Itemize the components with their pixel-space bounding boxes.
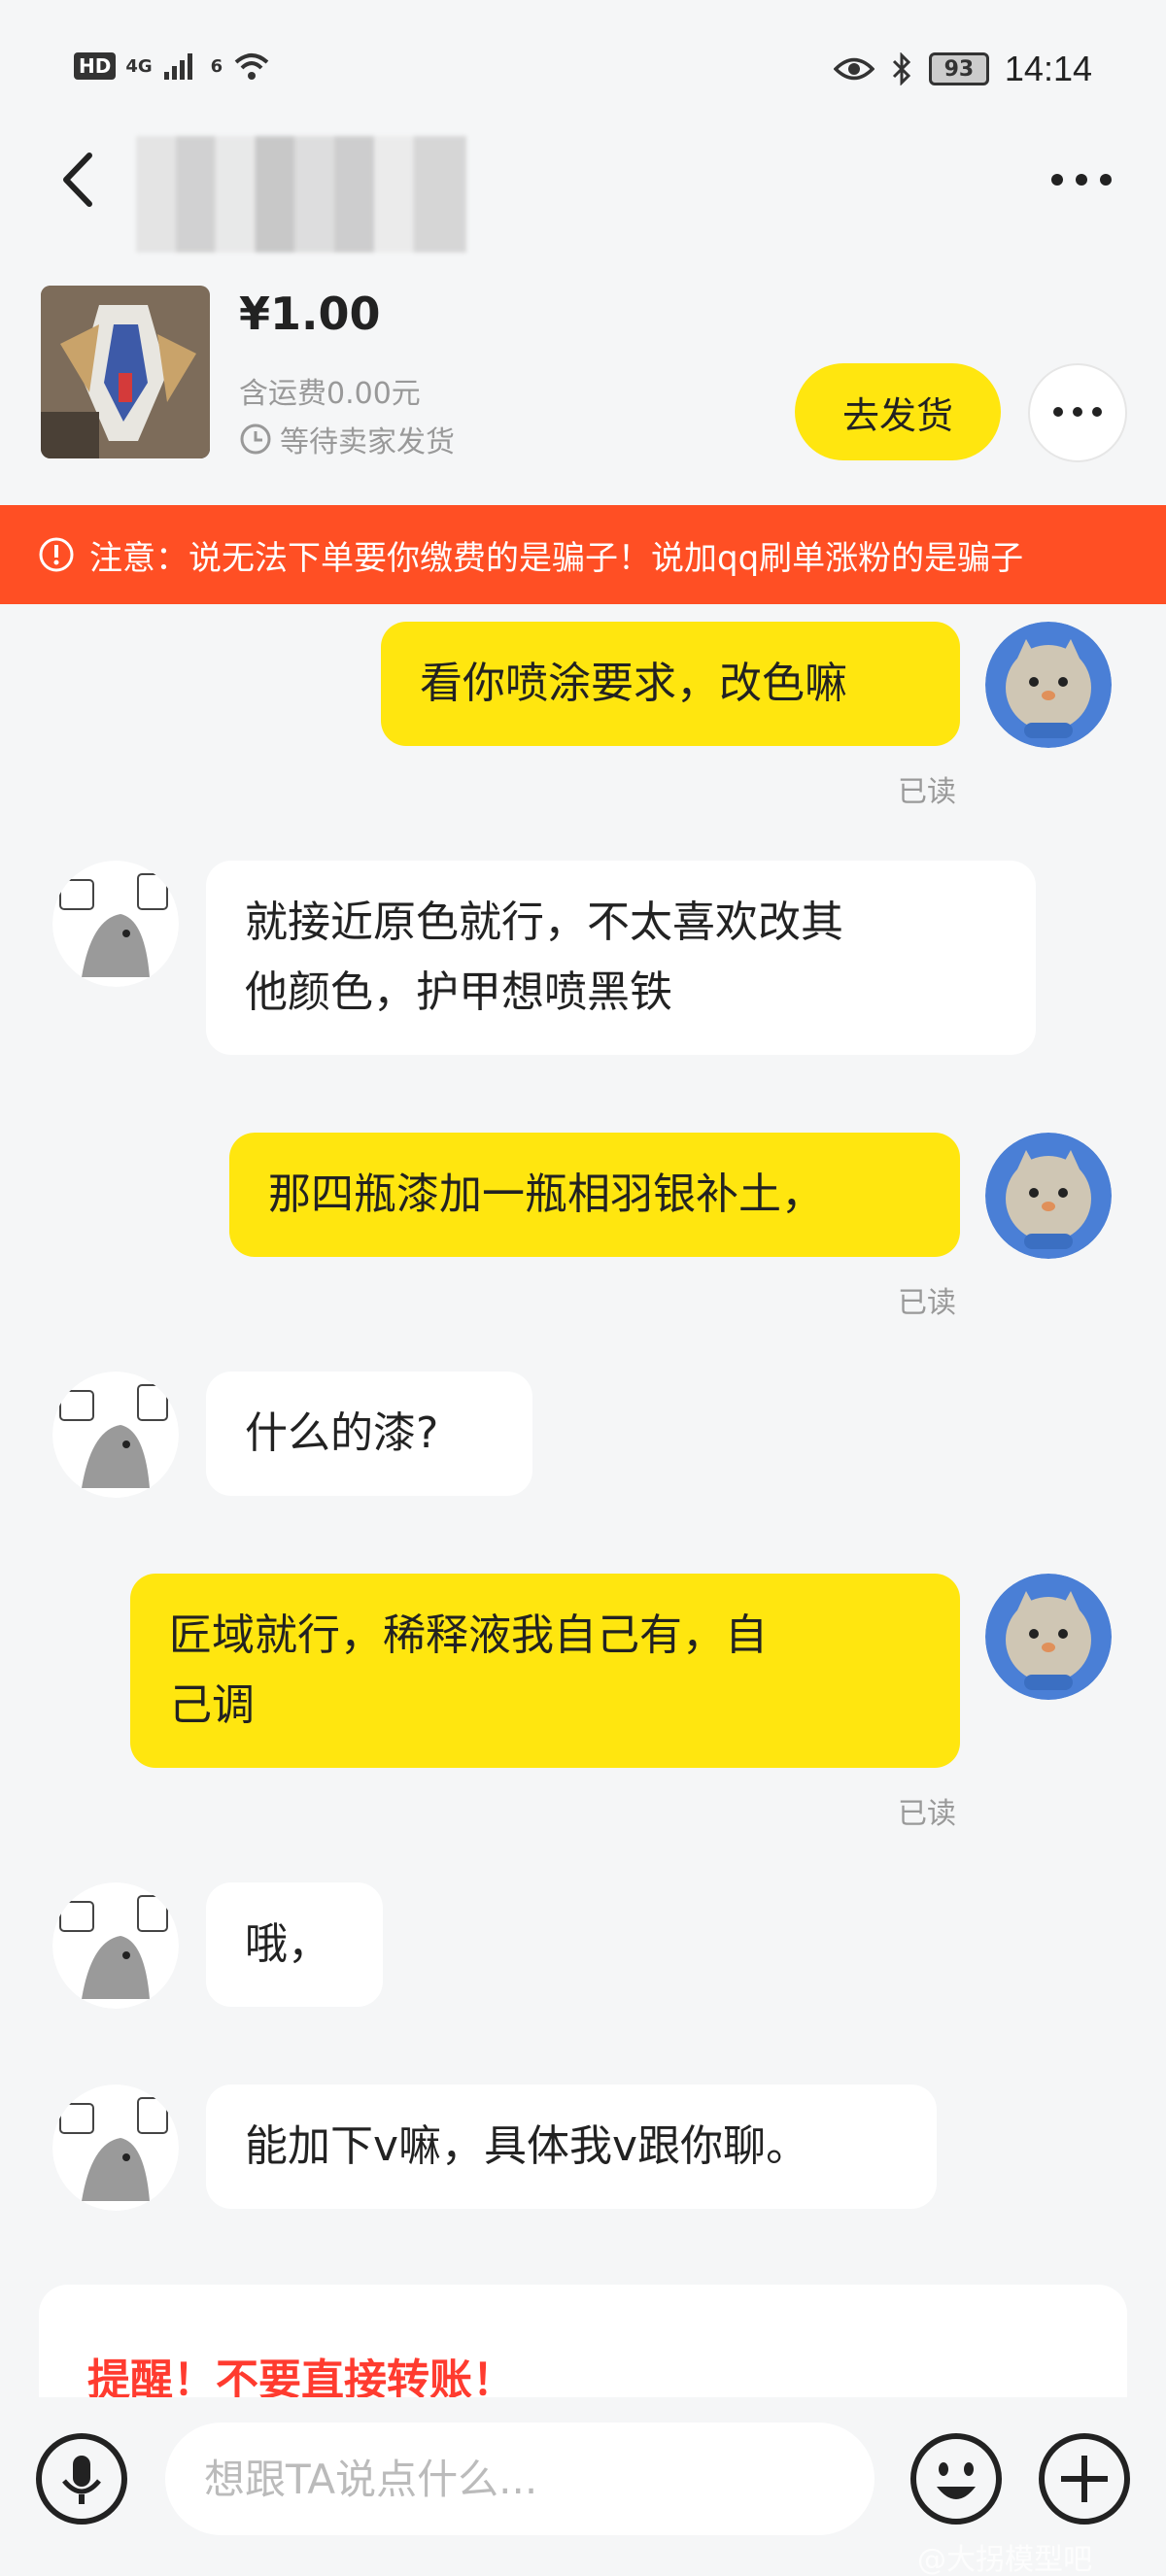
product-image[interactable]	[41, 286, 210, 458]
battery-indicator: 93	[928, 52, 989, 85]
product-more-button[interactable]	[1028, 363, 1127, 462]
message-text: 看你喷涂要求，改色嘛	[420, 659, 847, 708]
message-text: 能加下v嘛，具体我v跟你聊。	[245, 2121, 809, 2171]
message-text-line: 匠域就行，稀释液我自己有，自	[169, 1610, 768, 1660]
clock-icon	[240, 424, 271, 455]
message-bubble-sent[interactable]: 看你喷涂要求，改色嘛	[381, 622, 960, 746]
more-options-icon[interactable]	[1047, 165, 1115, 194]
message-bubble-received[interactable]: 能加下v嘛，具体我v跟你聊。	[206, 2085, 937, 2209]
more-dots-icon	[1053, 406, 1102, 417]
message-bubble-received[interactable]: 什么的漆?	[206, 1372, 532, 1496]
shipping-fee: 含运费0.00元	[239, 377, 421, 411]
microphone-icon[interactable]	[33, 2430, 130, 2527]
read-receipt: 已读	[898, 775, 956, 809]
chat-header	[0, 117, 1166, 253]
my-avatar[interactable]	[985, 622, 1112, 748]
message-bubble-received[interactable]: 哦，	[206, 1882, 383, 2007]
warning-text: 注意：说无法下单要你缴费的是骗子！说加qq刷单涨粉的是骗子	[89, 538, 1024, 578]
message-text-line: 就接近原色就行，不太喜欢改其	[245, 898, 843, 947]
message-text-line: 己调	[169, 1680, 255, 1730]
signal-icon	[163, 53, 192, 80]
message-input[interactable]	[165, 2423, 874, 2535]
network-indicator-2: 6	[210, 55, 223, 77]
contact-avatar[interactable]	[52, 2085, 179, 2211]
product-price: ¥1.00	[239, 288, 381, 340]
status-left: HD 4G 6	[74, 51, 271, 82]
message-text: 什么的漆?	[245, 1408, 439, 1458]
message-text-line: 他颜色，护甲想喷黑铁	[245, 967, 672, 1017]
contact-avatar[interactable]	[52, 861, 179, 987]
hd-badge: HD	[74, 52, 117, 80]
message-bubble-received[interactable]: 就接近原色就行，不太喜欢改其 他颜色，护甲想喷黑铁	[206, 861, 1036, 1055]
contact-avatar[interactable]	[52, 1882, 179, 2009]
emoji-icon[interactable]	[908, 2430, 1005, 2527]
watermark: @大拐模型吧	[917, 2543, 1092, 2576]
message-bubble-sent[interactable]: 那四瓶漆加一瓶相羽银补土，	[229, 1133, 960, 1257]
wifi-icon	[234, 53, 269, 80]
eye-icon	[833, 57, 874, 81]
status-right: 93 14:14	[833, 49, 1092, 89]
message-text: 哦，	[245, 1919, 330, 1969]
product-card: ¥1.00 含运费0.00元 等待卖家发货 去发货	[0, 282, 1166, 505]
read-receipt: 已读	[898, 1286, 956, 1320]
contact-name-blurred	[136, 136, 466, 253]
message-bubble-sent[interactable]: 匠域就行，稀释液我自己有，自 己调	[130, 1574, 960, 1768]
network-indicator: 4G	[125, 55, 153, 77]
order-status: 等待卖家发货	[239, 418, 455, 460]
my-avatar[interactable]	[985, 1133, 1112, 1259]
alert-circle-icon	[39, 537, 74, 572]
status-time: 14:14	[1004, 49, 1092, 88]
fraud-warning-banner: 注意：说无法下单要你缴费的是骗子！说加qq刷单涨粉的是骗子	[0, 505, 1166, 604]
plus-icon[interactable]	[1036, 2430, 1133, 2527]
order-status-text: 等待卖家发货	[280, 425, 455, 459]
ship-button[interactable]: 去发货	[795, 363, 1001, 460]
back-icon[interactable]	[52, 146, 111, 214]
read-receipt: 已读	[898, 1797, 956, 1831]
my-avatar[interactable]	[985, 1574, 1112, 1700]
contact-avatar[interactable]	[52, 1372, 179, 1498]
message-text: 那四瓶漆加一瓶相羽银补土，	[268, 1169, 824, 1219]
bluetooth-icon	[892, 52, 911, 85]
